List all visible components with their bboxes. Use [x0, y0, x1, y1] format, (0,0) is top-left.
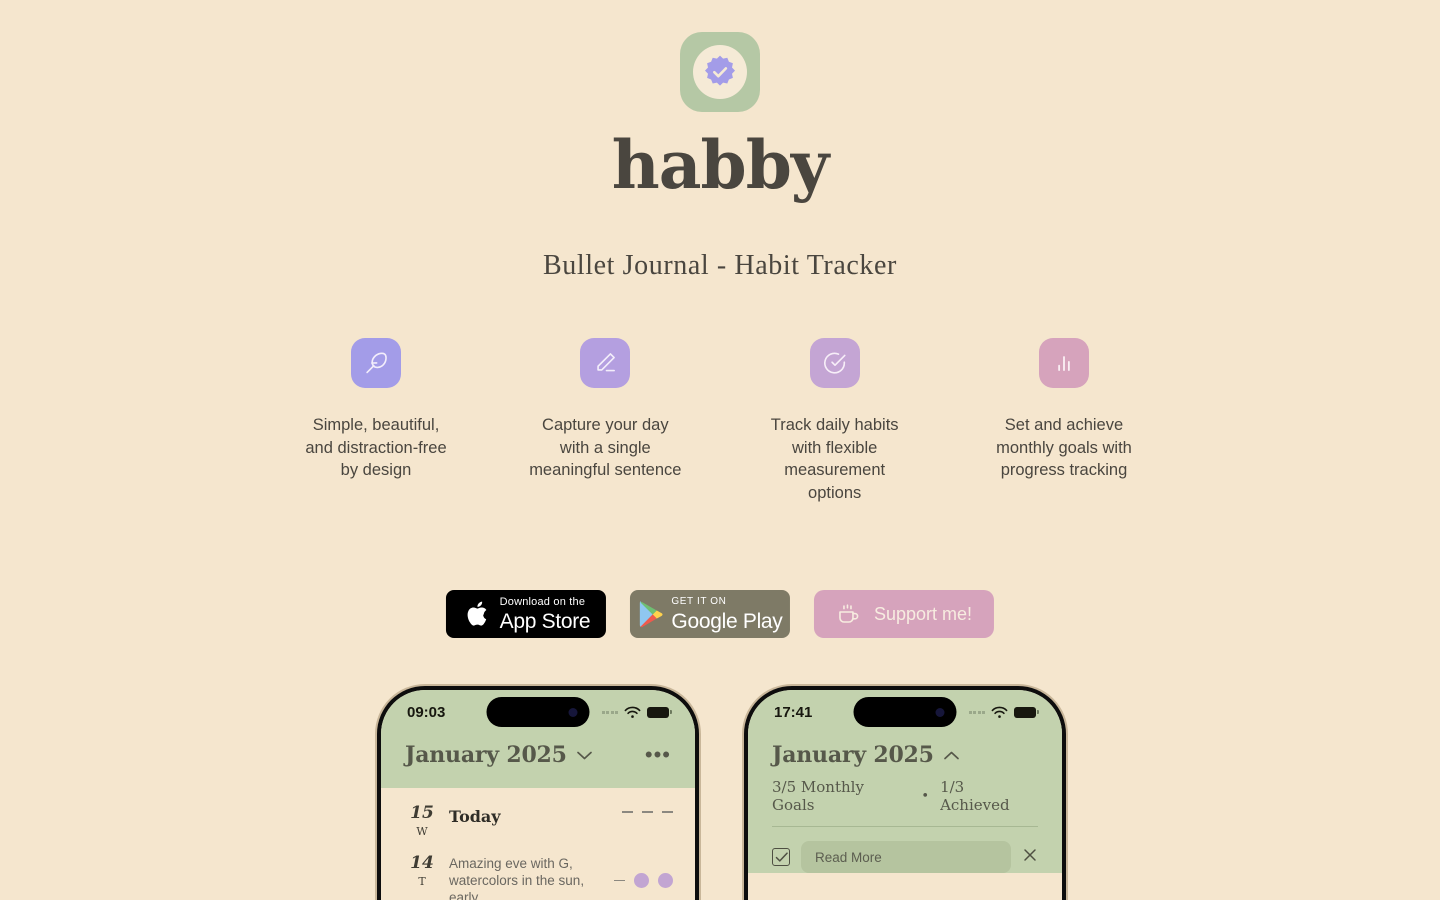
entry-content: Amazing eve with G, watercolors in the s…: [441, 855, 614, 900]
phone-screen-goals: 17:41 January 2025 3/5 Monthly Goals • 1…: [748, 690, 1062, 900]
journal-header: January 2025 •••: [381, 734, 695, 788]
dynamic-island: [486, 697, 590, 727]
pencil-edit-icon: [597, 353, 616, 372]
dynamic-island: [853, 697, 957, 727]
features-list: Simple, beautiful, and distraction-free …: [280, 338, 1160, 504]
apple-logo-icon: [467, 601, 487, 626]
bar-chart-icon: [1058, 356, 1070, 371]
feature-tile-1: [351, 338, 401, 388]
wifi-icon: [624, 706, 641, 718]
journal-entry-row[interactable]: 15 W Today: [403, 788, 673, 838]
entry-day-number: 14: [410, 853, 434, 873]
app-icon-inner-circle: [693, 45, 747, 99]
google-play-line2: Google Play: [671, 609, 783, 633]
entry-title: Today: [449, 807, 501, 826]
app-store-line1: Download on the: [499, 595, 586, 608]
habit-dot-mark: [658, 873, 673, 888]
app-store-button[interactable]: Download on the App Store: [445, 590, 606, 638]
status-icons: [601, 706, 672, 719]
chevron-up-icon[interactable]: [943, 750, 960, 761]
entry-date: 15 W: [403, 803, 441, 839]
goals-achieved-text: 1/3 Achieved: [940, 778, 1010, 814]
entry-day-of-week: W: [416, 825, 428, 838]
habit-dot-mark: [634, 873, 649, 888]
support-me-button[interactable]: Support me!: [813, 590, 995, 638]
feature-tile-3: [809, 338, 860, 388]
overflow-menu-button[interactable]: •••: [645, 744, 671, 766]
entry-content: Today: [441, 805, 622, 826]
feature-item-simple: Simple, beautiful, and distraction-free …: [280, 338, 472, 482]
habit-dash-mark: [614, 879, 625, 882]
entry-habit-marks: [614, 855, 673, 888]
front-camera-icon: [568, 707, 578, 717]
journal-entries-list: 15 W Today 14 T Amazing eve with G, wate…: [381, 788, 695, 900]
entry-day-number: 15: [410, 803, 434, 823]
feature-item-capture: Capture your day with a single meaningfu…: [509, 338, 701, 482]
close-x-icon[interactable]: [1022, 847, 1038, 868]
coffee-cup-icon: [839, 604, 859, 623]
feature-tile-4: [1038, 338, 1089, 388]
chevron-down-icon[interactable]: [576, 750, 593, 761]
battery-icon: [647, 706, 672, 718]
phone-screen-journal: 09:03 January 2025 ••• 15 W Today 14 T A…: [381, 690, 695, 900]
entry-date: 14 T: [403, 853, 441, 889]
feature-item-track: Track daily habits with flexible measure…: [739, 338, 931, 504]
habit-dash-mark: [642, 811, 653, 813]
month-title: January 2025: [772, 742, 934, 768]
feature-text-1: Simple, beautiful, and distraction-free …: [305, 416, 447, 479]
goal-input-field[interactable]: Read More: [801, 841, 1011, 873]
feather-icon: [366, 352, 387, 374]
feature-item-goals: Set and achieve monthly goals with progr…: [968, 338, 1160, 482]
goals-stats: 3/5 Monthly Goals • 1/3 Achieved: [772, 768, 1038, 814]
store-buttons-row: Download on the App Store GET IT ON Goog…: [445, 590, 995, 638]
goals-separator: •: [921, 788, 930, 804]
brand-tagline: Bullet Journal - Habit Tracker: [543, 250, 897, 281]
app-icon-container: [680, 32, 760, 112]
google-play-line1: GET IT ON: [671, 595, 727, 607]
signal-dots-icon: [968, 710, 985, 714]
entry-day-of-week: T: [418, 875, 426, 888]
goals-header: January 2025 3/5 Monthly Goals • 1/3 Ach…: [748, 734, 1062, 873]
wifi-icon: [991, 706, 1008, 718]
status-bar: 17:41: [748, 690, 1062, 734]
habit-dash-mark: [622, 811, 633, 813]
google-play-triangle-icon: [640, 601, 663, 628]
feature-text-4: Set and achieve monthly goals with progr…: [996, 416, 1132, 479]
verified-check-badge-icon: [705, 55, 735, 86]
checkbox-checked-icon[interactable]: [772, 848, 790, 866]
phone-mockup-goals: 17:41 January 2025 3/5 Monthly Goals • 1…: [744, 686, 1066, 900]
feature-text-3: Track daily habits with flexible measure…: [770, 416, 899, 502]
support-me-label: Support me!: [873, 603, 973, 624]
feature-text-2: Capture your day with a single meaningfu…: [529, 416, 682, 479]
app-icon: [680, 32, 760, 112]
status-icons: [968, 706, 1039, 719]
status-time: 17:41: [774, 703, 813, 721]
goal-row: Read More: [772, 827, 1038, 873]
battery-icon: [1014, 706, 1039, 718]
goals-progress-text: 3/5 Monthly Goals: [772, 778, 864, 814]
status-bar: 09:03: [381, 690, 695, 734]
goals-title-row: January 2025: [772, 742, 1038, 768]
journal-entry-row[interactable]: 14 T Amazing eve with G, watercolors in …: [403, 838, 673, 900]
feature-tile-2: [580, 338, 631, 388]
phone-mockup-journal: 09:03 January 2025 ••• 15 W Today 14 T A…: [377, 686, 699, 900]
brand-wordmark: habby: [611, 126, 829, 204]
entry-note: Amazing eve with G, watercolors in the s…: [449, 856, 585, 900]
entry-habit-marks: [622, 805, 673, 813]
habit-dash-mark: [662, 811, 673, 813]
month-title: January 2025: [405, 742, 567, 768]
signal-dots-icon: [601, 710, 618, 714]
status-time: 09:03: [407, 703, 446, 721]
check-circle-icon: [823, 352, 846, 374]
front-camera-icon: [935, 707, 945, 717]
app-store-line2: App Store: [499, 609, 591, 633]
google-play-button[interactable]: GET IT ON Google Play: [629, 590, 790, 638]
